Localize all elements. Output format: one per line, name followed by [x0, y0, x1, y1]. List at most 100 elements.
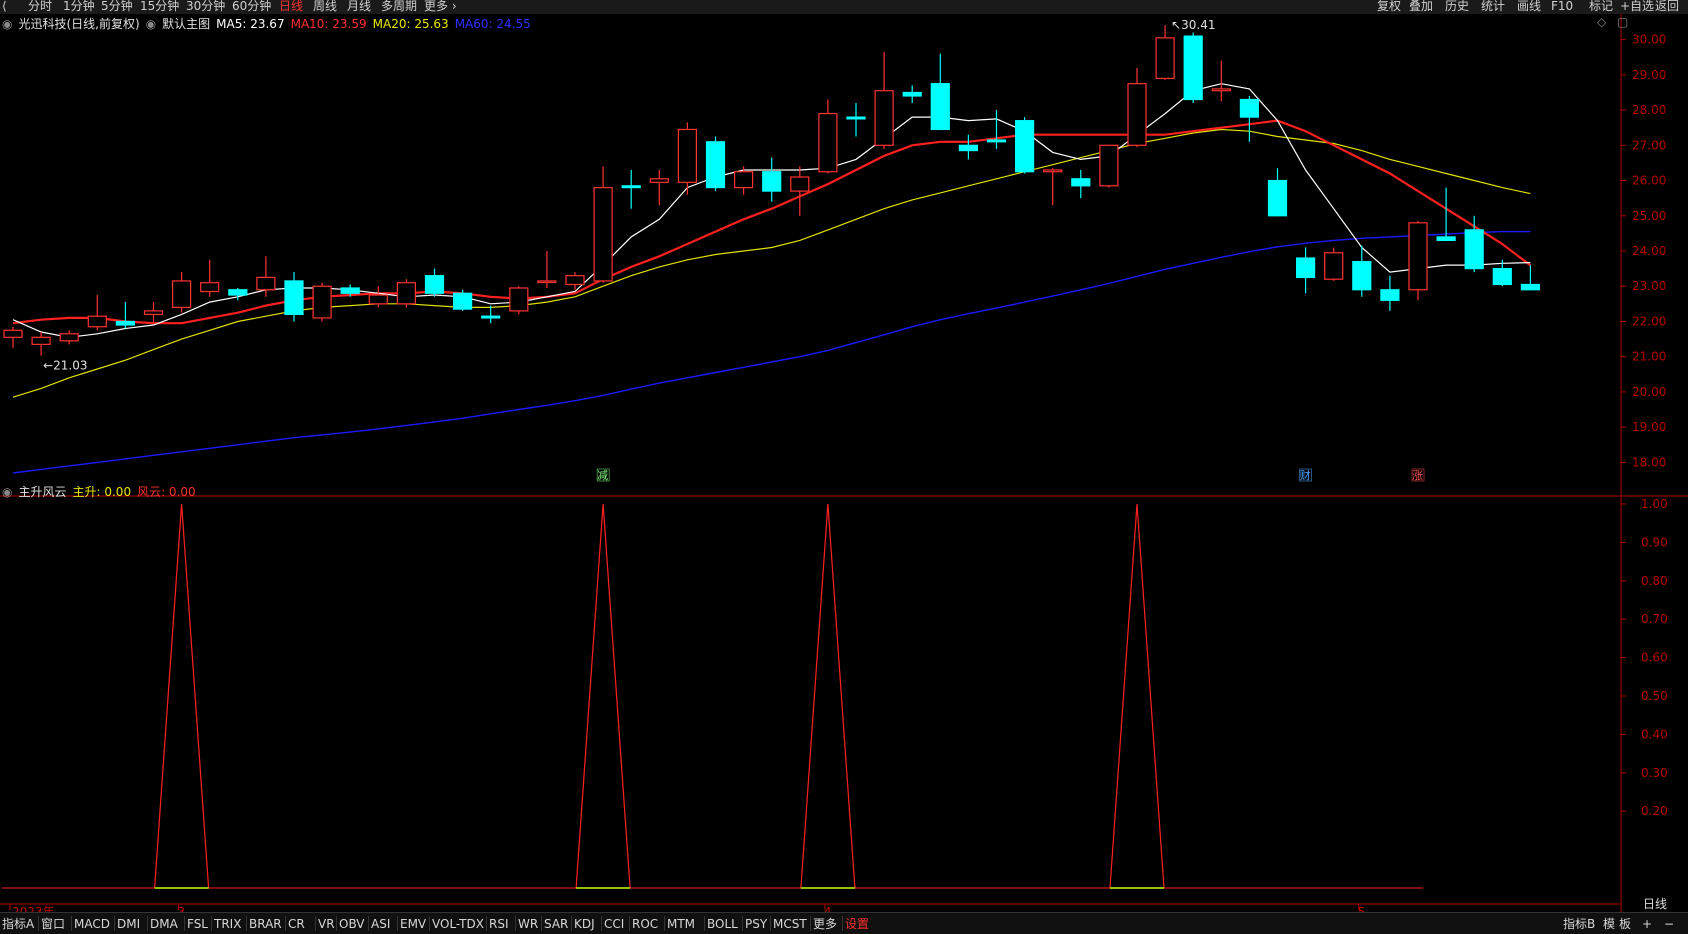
indicator-tab-18[interactable]: CCI	[604, 916, 624, 932]
candle-body	[115, 320, 136, 326]
maximize-icon[interactable]: ▢	[1617, 15, 1628, 29]
candle-body	[1155, 37, 1175, 79]
candle-body	[1127, 83, 1147, 146]
indicator-tab-13[interactable]: VOL-TDX	[432, 916, 484, 932]
candle-body	[1324, 252, 1344, 280]
price-tick-label: 18.00	[1632, 455, 1666, 469]
toolbar-button-0[interactable]: 复权	[1377, 0, 1401, 14]
indicator-tab-23[interactable]: MCST	[773, 916, 807, 932]
indicator-tab-6[interactable]: TRIX	[214, 916, 241, 932]
period-toolbar: 分时 1分钟 5分钟 15分钟 30分钟 60分钟 日线 周线 月线 多周期 更多 › 复权 叠加 历史统…	[0, 0, 1688, 14]
tab-separator	[810, 916, 811, 931]
period-tab-3[interactable]: 15分钟	[140, 0, 179, 14]
candle-body	[368, 294, 388, 305]
indicator-tab-11[interactable]: ASI	[371, 916, 390, 932]
tab-separator	[336, 916, 337, 931]
indicator-tab-12[interactable]: EMV	[400, 916, 426, 932]
indicator-tab-24[interactable]: 更多	[813, 916, 837, 932]
indicator-tab-5[interactable]: FSL	[187, 916, 208, 932]
indicator-tab-3[interactable]: DMI	[117, 916, 140, 932]
indicator-tab-7[interactable]: BRAR	[249, 916, 282, 932]
period-tab-6[interactable]: 日线	[279, 0, 303, 14]
period-tab-2[interactable]: 5分钟	[101, 0, 133, 14]
price-tick-label: 26.00	[1632, 174, 1666, 188]
indicator-tab-20[interactable]: MTM	[667, 916, 695, 932]
period-tab-8[interactable]: 月线	[347, 0, 371, 14]
tabbar-right-0[interactable]: 指标B	[1563, 916, 1595, 932]
tab-separator	[770, 916, 771, 931]
indicator-tab-17[interactable]: KDJ	[574, 916, 595, 932]
marker-label: 涨	[1412, 469, 1423, 482]
candle-body	[705, 141, 726, 189]
marker-label: 减	[597, 469, 608, 482]
toolbar-button-2[interactable]: 历史	[1445, 0, 1469, 14]
kline-chart: 18.00 19.00 20.00 21.00 22.00 23.00 24.00 25.00…	[0, 14, 1688, 912]
candle-body	[256, 276, 276, 291]
indicator-tab-16[interactable]: SAR	[544, 916, 568, 932]
tab-separator	[368, 916, 369, 931]
candle-body	[565, 275, 585, 286]
toolbar-button-3[interactable]: 统计	[1481, 0, 1505, 14]
diamond-icon[interactable]: ◇	[1597, 15, 1607, 29]
toolbar-button-7[interactable]: +自选	[1620, 0, 1654, 14]
chart-template-label[interactable]: 默认主图	[162, 17, 210, 31]
indicator-tab-9[interactable]: VR	[318, 916, 335, 932]
tabbar-right-1[interactable]: 模	[1603, 916, 1615, 932]
indicator-tab-4[interactable]: DMA	[150, 916, 178, 932]
tab-separator	[114, 916, 115, 931]
price-tick-label: 23.00	[1632, 279, 1666, 293]
legend-toggle-icon[interactable]: ◉	[2, 17, 12, 31]
candle-body	[621, 185, 641, 189]
indicator-tab-25[interactable]: 设置	[845, 916, 869, 932]
ma60-label: MA60: 24.55	[454, 17, 531, 31]
period-tab-10[interactable]: 更多 ›	[424, 0, 457, 14]
fengyun-value: 风云: 0.00	[137, 485, 196, 499]
indicator-tab-14[interactable]: RSI	[489, 916, 509, 932]
marker-label: 财	[1300, 468, 1311, 482]
indicator-tab-15[interactable]: WR	[518, 916, 538, 932]
zhusheng-value: 主升: 0.00	[72, 485, 132, 499]
indicator-tab-8[interactable]: CR	[288, 916, 305, 932]
back-arrow-icon[interactable]: ⟨	[2, 0, 7, 14]
sub-tick-label: 1.00	[1641, 497, 1668, 511]
indicator-tab-2[interactable]: MACD	[74, 916, 110, 932]
indicator-tab-0[interactable]: 指标A	[2, 916, 34, 932]
sub-legend-toggle-icon[interactable]: ◉	[2, 485, 12, 499]
sub-peak-line	[154, 503, 210, 889]
candle-body	[3, 329, 23, 338]
toolbar-button-6[interactable]: 标记	[1589, 0, 1613, 14]
candle-body	[537, 280, 557, 284]
tab-separator	[486, 916, 487, 931]
tab-separator	[285, 916, 286, 931]
candle-body	[1520, 283, 1541, 291]
indicator-tab-1[interactable]: 窗口	[41, 916, 65, 932]
candle-body	[958, 144, 979, 152]
period-tab-4[interactable]: 30分钟	[186, 0, 225, 14]
tabbar-right-3[interactable]: +	[1642, 916, 1652, 932]
tab-separator	[429, 916, 430, 931]
ma-line-ma5	[12, 83, 1531, 338]
period-tab-7[interactable]: 周线	[313, 0, 337, 14]
candle-body	[1071, 178, 1091, 187]
toolbar-button-8[interactable]: 返回	[1655, 0, 1679, 14]
tabbar-right-4[interactable]: −	[1664, 916, 1674, 932]
period-tab-1[interactable]: 1分钟	[63, 0, 95, 14]
candle-body	[59, 333, 79, 342]
tabbar-right-2[interactable]: 板	[1619, 916, 1631, 932]
chart-template-icon[interactable]: ◉	[146, 17, 156, 31]
toolbar-button-5[interactable]: F10	[1551, 0, 1573, 14]
indicator-tab-21[interactable]: BOLL	[707, 916, 738, 932]
indicator-tab-10[interactable]: OBV	[339, 916, 365, 932]
tab-separator	[38, 916, 39, 931]
price-tick-label: 29.00	[1632, 68, 1666, 82]
low-price-label: ←21.03	[43, 359, 87, 373]
indicator-name[interactable]: 主升风云	[18, 485, 66, 499]
period-tab-0[interactable]: 分时	[28, 0, 52, 14]
candle-body	[31, 336, 51, 345]
period-tab-9[interactable]: 多周期	[381, 0, 417, 14]
indicator-tab-19[interactable]: ROC	[632, 916, 658, 932]
indicator-tab-22[interactable]: PSY	[745, 916, 767, 932]
period-tab-5[interactable]: 60分钟	[232, 0, 271, 14]
toolbar-button-4[interactable]: 画线	[1517, 0, 1541, 14]
toolbar-button-1[interactable]: 叠加	[1409, 0, 1433, 14]
